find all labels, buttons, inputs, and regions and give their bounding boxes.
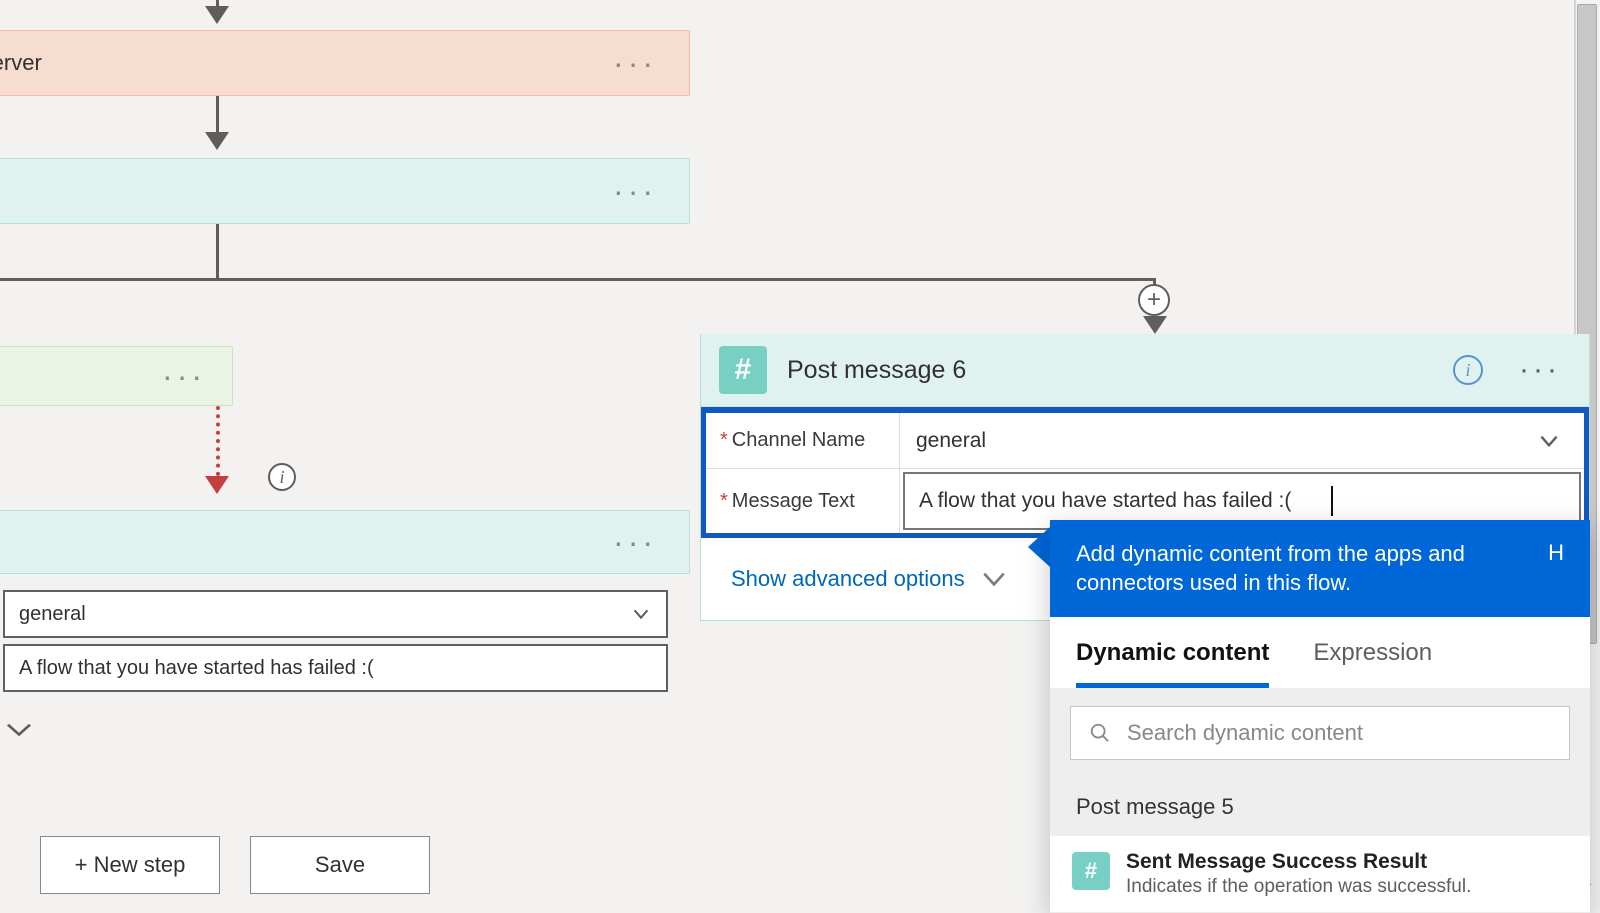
chevron-down-icon[interactable] xyxy=(1536,428,1580,454)
save-button-label: Save xyxy=(315,852,365,878)
flyout-section-title: Post message 5 xyxy=(1050,778,1590,836)
show-advanced-options-label: Show advanced options xyxy=(731,566,965,592)
channel-name-label-text: Channel Name xyxy=(732,429,865,452)
action-editor-title: Post message 6 xyxy=(787,356,1433,385)
message-input-left-value: A flow that you have started has failed … xyxy=(19,657,374,680)
more-icon[interactable]: ··· xyxy=(156,361,212,391)
info-icon[interactable]: i xyxy=(268,463,296,491)
action-card-small[interactable]: ··· xyxy=(0,346,233,406)
advanced-toggle-left[interactable] xyxy=(4,721,34,743)
action-editor-header[interactable]: # Post message 6 i ··· xyxy=(701,334,1589,407)
slack-hash-icon: # xyxy=(1072,852,1110,890)
flyout-pointer-icon xyxy=(1028,527,1050,567)
arrow-down-icon xyxy=(205,132,229,150)
flyout-item-text: Sent Message Success Result Indicates if… xyxy=(1126,850,1471,898)
flyout-header-text: Add dynamic content from the apps and co… xyxy=(1076,540,1520,597)
chevron-down-icon xyxy=(981,569,1007,589)
editor-focused-fields: * Channel Name general * Message Text xyxy=(701,407,1589,538)
failure-connector-line xyxy=(216,406,220,476)
channel-select-left-value: general xyxy=(19,603,86,626)
flyout-item-sub: Indicates if the operation was successfu… xyxy=(1126,876,1471,898)
more-icon[interactable]: ··· xyxy=(1509,359,1571,381)
info-icon[interactable]: i xyxy=(1453,355,1483,385)
more-icon[interactable]: ··· xyxy=(607,48,663,78)
flyout-header: Add dynamic content from the apps and co… xyxy=(1050,520,1590,617)
channel-name-value: general xyxy=(916,429,986,453)
message-text-label: * Message Text xyxy=(706,469,900,533)
text-caret xyxy=(1331,486,1333,516)
action-card-http-label: and ping HTTP server xyxy=(0,50,42,76)
flyout-header-side[interactable]: H xyxy=(1538,540,1564,566)
message-input-left[interactable]: A flow that you have started has failed … xyxy=(3,644,668,692)
action-card-step4[interactable]: 4 ··· xyxy=(0,510,690,574)
save-button[interactable]: Save xyxy=(250,836,430,894)
dynamic-content-flyout: Add dynamic content from the apps and co… xyxy=(1050,520,1590,913)
chevron-down-icon xyxy=(630,603,652,625)
message-text-value: A flow that you have started has failed … xyxy=(919,489,1291,513)
arrow-down-icon xyxy=(205,6,229,24)
flyout-item-title: Sent Message Success Result xyxy=(1126,850,1471,874)
add-step-button[interactable]: + xyxy=(1138,284,1170,316)
action-card-step5[interactable]: 5 ··· xyxy=(0,158,690,224)
flyout-item-success-result[interactable]: # Sent Message Success Result Indicates … xyxy=(1050,836,1590,913)
connector-line xyxy=(216,96,219,132)
message-text-label-text: Message Text xyxy=(732,490,855,513)
branch-line xyxy=(0,278,1154,281)
arrow-down-icon xyxy=(1143,316,1167,334)
tab-expression-label: Expression xyxy=(1313,639,1432,666)
channel-select-left[interactable]: general xyxy=(3,590,668,638)
channel-name-field[interactable]: general xyxy=(900,413,1584,468)
slack-hash-icon: # xyxy=(719,346,767,394)
new-step-button-label: + New step xyxy=(75,852,186,878)
tab-expression[interactable]: Expression xyxy=(1313,639,1432,688)
tab-dynamic-content-label: Dynamic content xyxy=(1076,639,1269,666)
search-icon xyxy=(1089,722,1111,744)
connector-line xyxy=(216,224,219,278)
new-step-button[interactable]: + New step xyxy=(40,836,220,894)
more-icon[interactable]: ··· xyxy=(607,176,663,206)
action-card-http[interactable]: and ping HTTP server ··· xyxy=(0,30,690,96)
flyout-search-input[interactable] xyxy=(1125,719,1551,747)
tab-dynamic-content[interactable]: Dynamic content xyxy=(1076,639,1269,688)
channel-name-label: * Channel Name xyxy=(706,413,900,468)
flyout-tabs: Dynamic content Expression xyxy=(1050,617,1590,688)
more-icon[interactable]: ··· xyxy=(607,527,663,557)
failure-arrow-down-icon xyxy=(205,476,229,494)
channel-name-row: * Channel Name general xyxy=(706,413,1584,469)
flyout-search[interactable] xyxy=(1070,706,1570,760)
flyout-search-wrap xyxy=(1050,688,1590,778)
required-asterisk: * xyxy=(720,490,728,513)
required-asterisk: * xyxy=(720,429,728,452)
